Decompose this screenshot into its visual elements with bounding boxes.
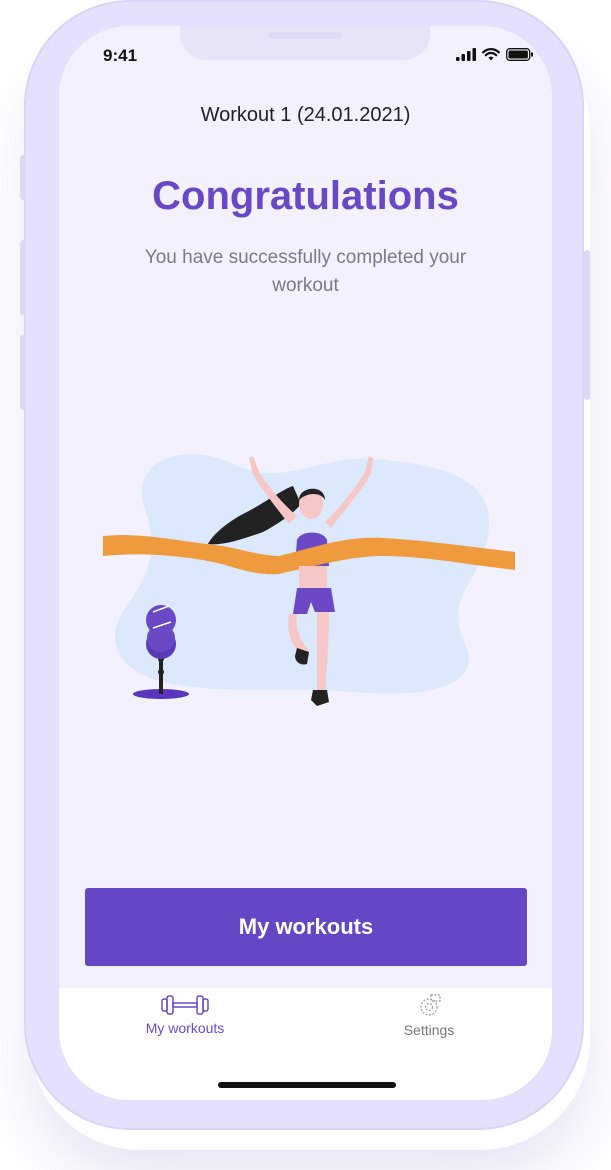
- completion-message: You have successfully completed your wor…: [144, 247, 467, 296]
- notch: [180, 26, 430, 60]
- home-indicator[interactable]: [218, 1082, 396, 1088]
- volume-up-button: [20, 240, 26, 315]
- battery-icon: [506, 48, 533, 61]
- tab-my-workouts[interactable]: My workouts: [105, 994, 265, 1036]
- tab-settings[interactable]: Settings: [349, 994, 509, 1038]
- app-screen: 9:41 Workout 1 (24.01.2021) Congratulati…: [59, 26, 552, 1100]
- workout-title: Workout 1 (24.01.2021): [200, 104, 411, 126]
- congratulations-heading: Congratulations: [152, 174, 459, 218]
- wifi-icon: [482, 48, 500, 61]
- speaker: [268, 32, 342, 39]
- my-workouts-button[interactable]: My workouts: [85, 888, 527, 966]
- tab-settings-label: Settings: [403, 1022, 455, 1038]
- volume-down-button: [20, 335, 26, 410]
- finish-line-runner-illustration: [103, 454, 515, 706]
- status-time: 9:41: [103, 46, 138, 65]
- front-shoe: [311, 690, 329, 706]
- tab-my-workouts-label: My workouts: [145, 1020, 225, 1036]
- settings-gear-icon: [420, 994, 441, 1016]
- tab-bar: My workouts Settings: [59, 988, 552, 1100]
- signal-icon: [456, 48, 476, 61]
- status-icons: [456, 48, 534, 61]
- mute-switch: [20, 155, 26, 200]
- power-button: [584, 250, 590, 400]
- dumbbell-icon: [161, 995, 209, 1015]
